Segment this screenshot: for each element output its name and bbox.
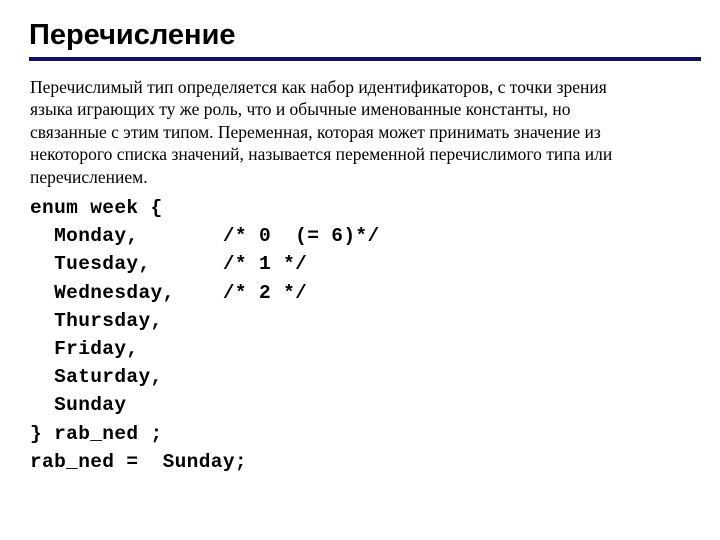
code-line: enum week { <box>30 197 163 219</box>
code-line: Tuesday, /* 1 */ <box>30 253 308 276</box>
body-paragraph: Перечислимый тип определяется как набор … <box>30 77 613 187</box>
slide-header: Перечисление <box>29 18 701 61</box>
page-title: Перечисление <box>29 19 236 51</box>
code-line: Sunday <box>30 394 127 417</box>
slide-container: Перечисление Перечислимый тип определяет… <box>0 0 720 540</box>
code-block: enum week { Monday, /* 0 (= 6)*/ Tuesday… <box>30 194 690 476</box>
code-line: rab_ned = Sunday; <box>30 450 247 473</box>
title-divider <box>29 57 701 61</box>
code-line: Thursday, <box>30 309 163 332</box>
code-line: Saturday, <box>30 366 163 389</box>
code-line: } rab_ned ; <box>30 422 163 445</box>
code-line: Monday, /* 0 (= 6)*/ <box>30 225 380 248</box>
code-line: Friday, <box>30 337 139 360</box>
code-line: Wednesday, /* 2 */ <box>30 281 308 304</box>
